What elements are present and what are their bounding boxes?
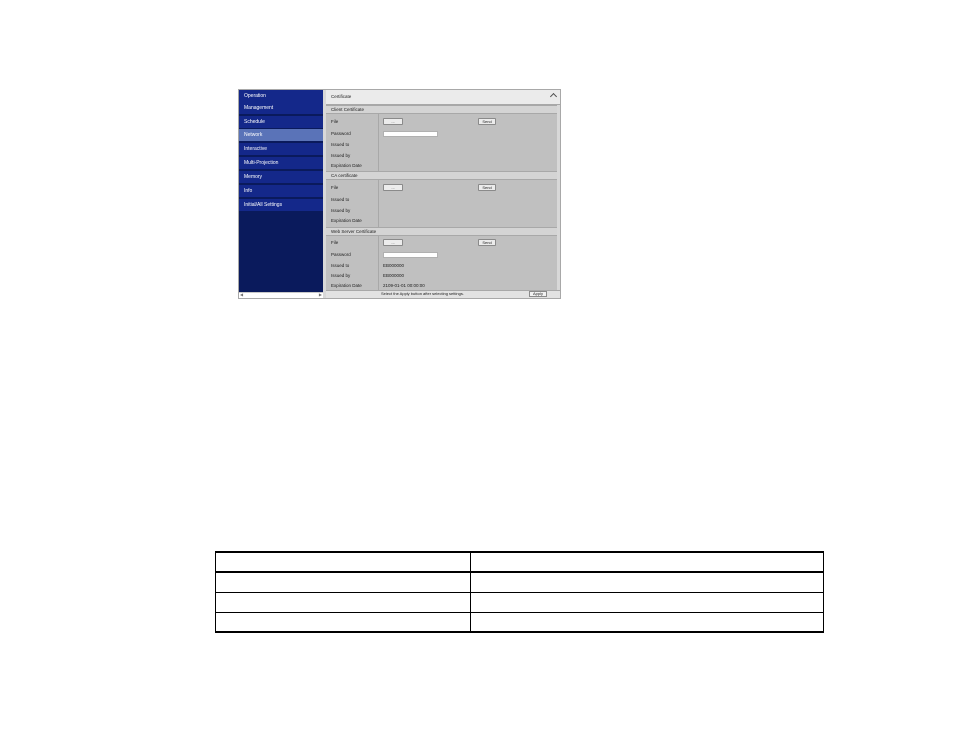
- sidebar-item-management[interactable]: Management: [239, 102, 323, 114]
- field-label: Issued to: [331, 142, 350, 147]
- table-cell: [470, 571, 824, 593]
- sidebar-item-info[interactable]: Info: [239, 185, 323, 197]
- client-file-browse-button[interactable]: ...: [383, 118, 403, 125]
- sidebar-item-multi-projection[interactable]: Multi-Projection: [239, 157, 323, 169]
- section-title-web-server-certificate: Web Server Certificate: [326, 227, 560, 236]
- sidebar: Operation Management Schedule Network In…: [239, 90, 323, 298]
- table-row: [215, 551, 824, 573]
- expiration-date-value: 2109-01-01 00:00:00: [383, 283, 425, 288]
- table-cell: [470, 591, 824, 613]
- field-label: Password: [331, 252, 351, 257]
- table-row: [215, 571, 824, 593]
- field-label: Issued by: [331, 273, 351, 278]
- table-cell: [470, 611, 824, 633]
- table-cell: [470, 551, 824, 573]
- footer-message: Select the Apply button after selecting …: [381, 291, 464, 296]
- field-label: Issued to: [331, 197, 350, 202]
- field-label: File: [331, 185, 339, 190]
- client-send-button[interactable]: Send: [478, 118, 496, 125]
- table-cell: [215, 571, 471, 593]
- field-label: Expiration Date: [331, 283, 362, 288]
- certificate-panel: Certificate Client Certificate File ... …: [326, 90, 560, 298]
- ca-send-button[interactable]: Send: [478, 184, 496, 191]
- sidebar-item-operation[interactable]: Operation: [239, 90, 323, 102]
- column-divider: [378, 114, 379, 171]
- issued-to-value: EB000000: [383, 263, 405, 268]
- field-label: Issued by: [331, 153, 351, 158]
- field-label: File: [331, 240, 339, 245]
- panel-vertical-scrollbar[interactable]: [557, 105, 560, 290]
- client-password-input[interactable]: [383, 131, 438, 137]
- scroll-left-icon[interactable]: ◀: [240, 292, 243, 297]
- field-label: Password: [331, 131, 351, 136]
- apply-button[interactable]: Apply: [529, 291, 547, 297]
- sidebar-item-network[interactable]: Network: [239, 129, 323, 141]
- webserver-password-input[interactable]: [383, 252, 438, 258]
- sidebar-item-interactive[interactable]: Interactive: [239, 143, 323, 155]
- column-divider: [378, 180, 379, 227]
- sidebar-horizontal-scrollbar[interactable]: ◀ ▶: [239, 292, 323, 298]
- section-title-client-certificate: Client Certificate: [326, 105, 560, 114]
- field-label: Issued by: [331, 208, 351, 213]
- panel-title: Certificate: [331, 94, 352, 99]
- section-title-ca-certificate: CA certificate: [326, 171, 560, 180]
- sidebar-item-memory[interactable]: Memory: [239, 171, 323, 183]
- scroll-right-icon[interactable]: ▶: [319, 292, 322, 297]
- issued-by-value: EB000000: [383, 273, 405, 278]
- footer-bar: Select the Apply button after selecting …: [326, 290, 560, 298]
- projector-web-control-screenshot: Operation Management Schedule Network In…: [238, 89, 561, 299]
- table-row: [215, 591, 824, 613]
- webserver-send-button[interactable]: Send: [478, 239, 496, 246]
- webserver-file-browse-button[interactable]: ...: [383, 239, 403, 246]
- field-label: Expiration Date: [331, 163, 362, 168]
- sidebar-item-initial-all-settings[interactable]: Initial/All Settings: [239, 199, 323, 211]
- table-row: [215, 611, 824, 633]
- empty-table: [215, 551, 824, 633]
- table-cell: [215, 551, 471, 573]
- field-label: Expiration Date: [331, 218, 362, 223]
- sidebar-item-schedule[interactable]: Schedule: [239, 116, 323, 128]
- ca-file-browse-button[interactable]: ...: [383, 184, 403, 191]
- field-label: Issued to: [331, 263, 350, 268]
- collapse-chevron-icon[interactable]: [549, 92, 558, 101]
- field-label: File: [331, 119, 339, 124]
- table-cell: [215, 591, 471, 613]
- table-cell: [215, 611, 471, 633]
- certificate-header[interactable]: Certificate: [326, 90, 560, 105]
- column-divider: [378, 236, 379, 290]
